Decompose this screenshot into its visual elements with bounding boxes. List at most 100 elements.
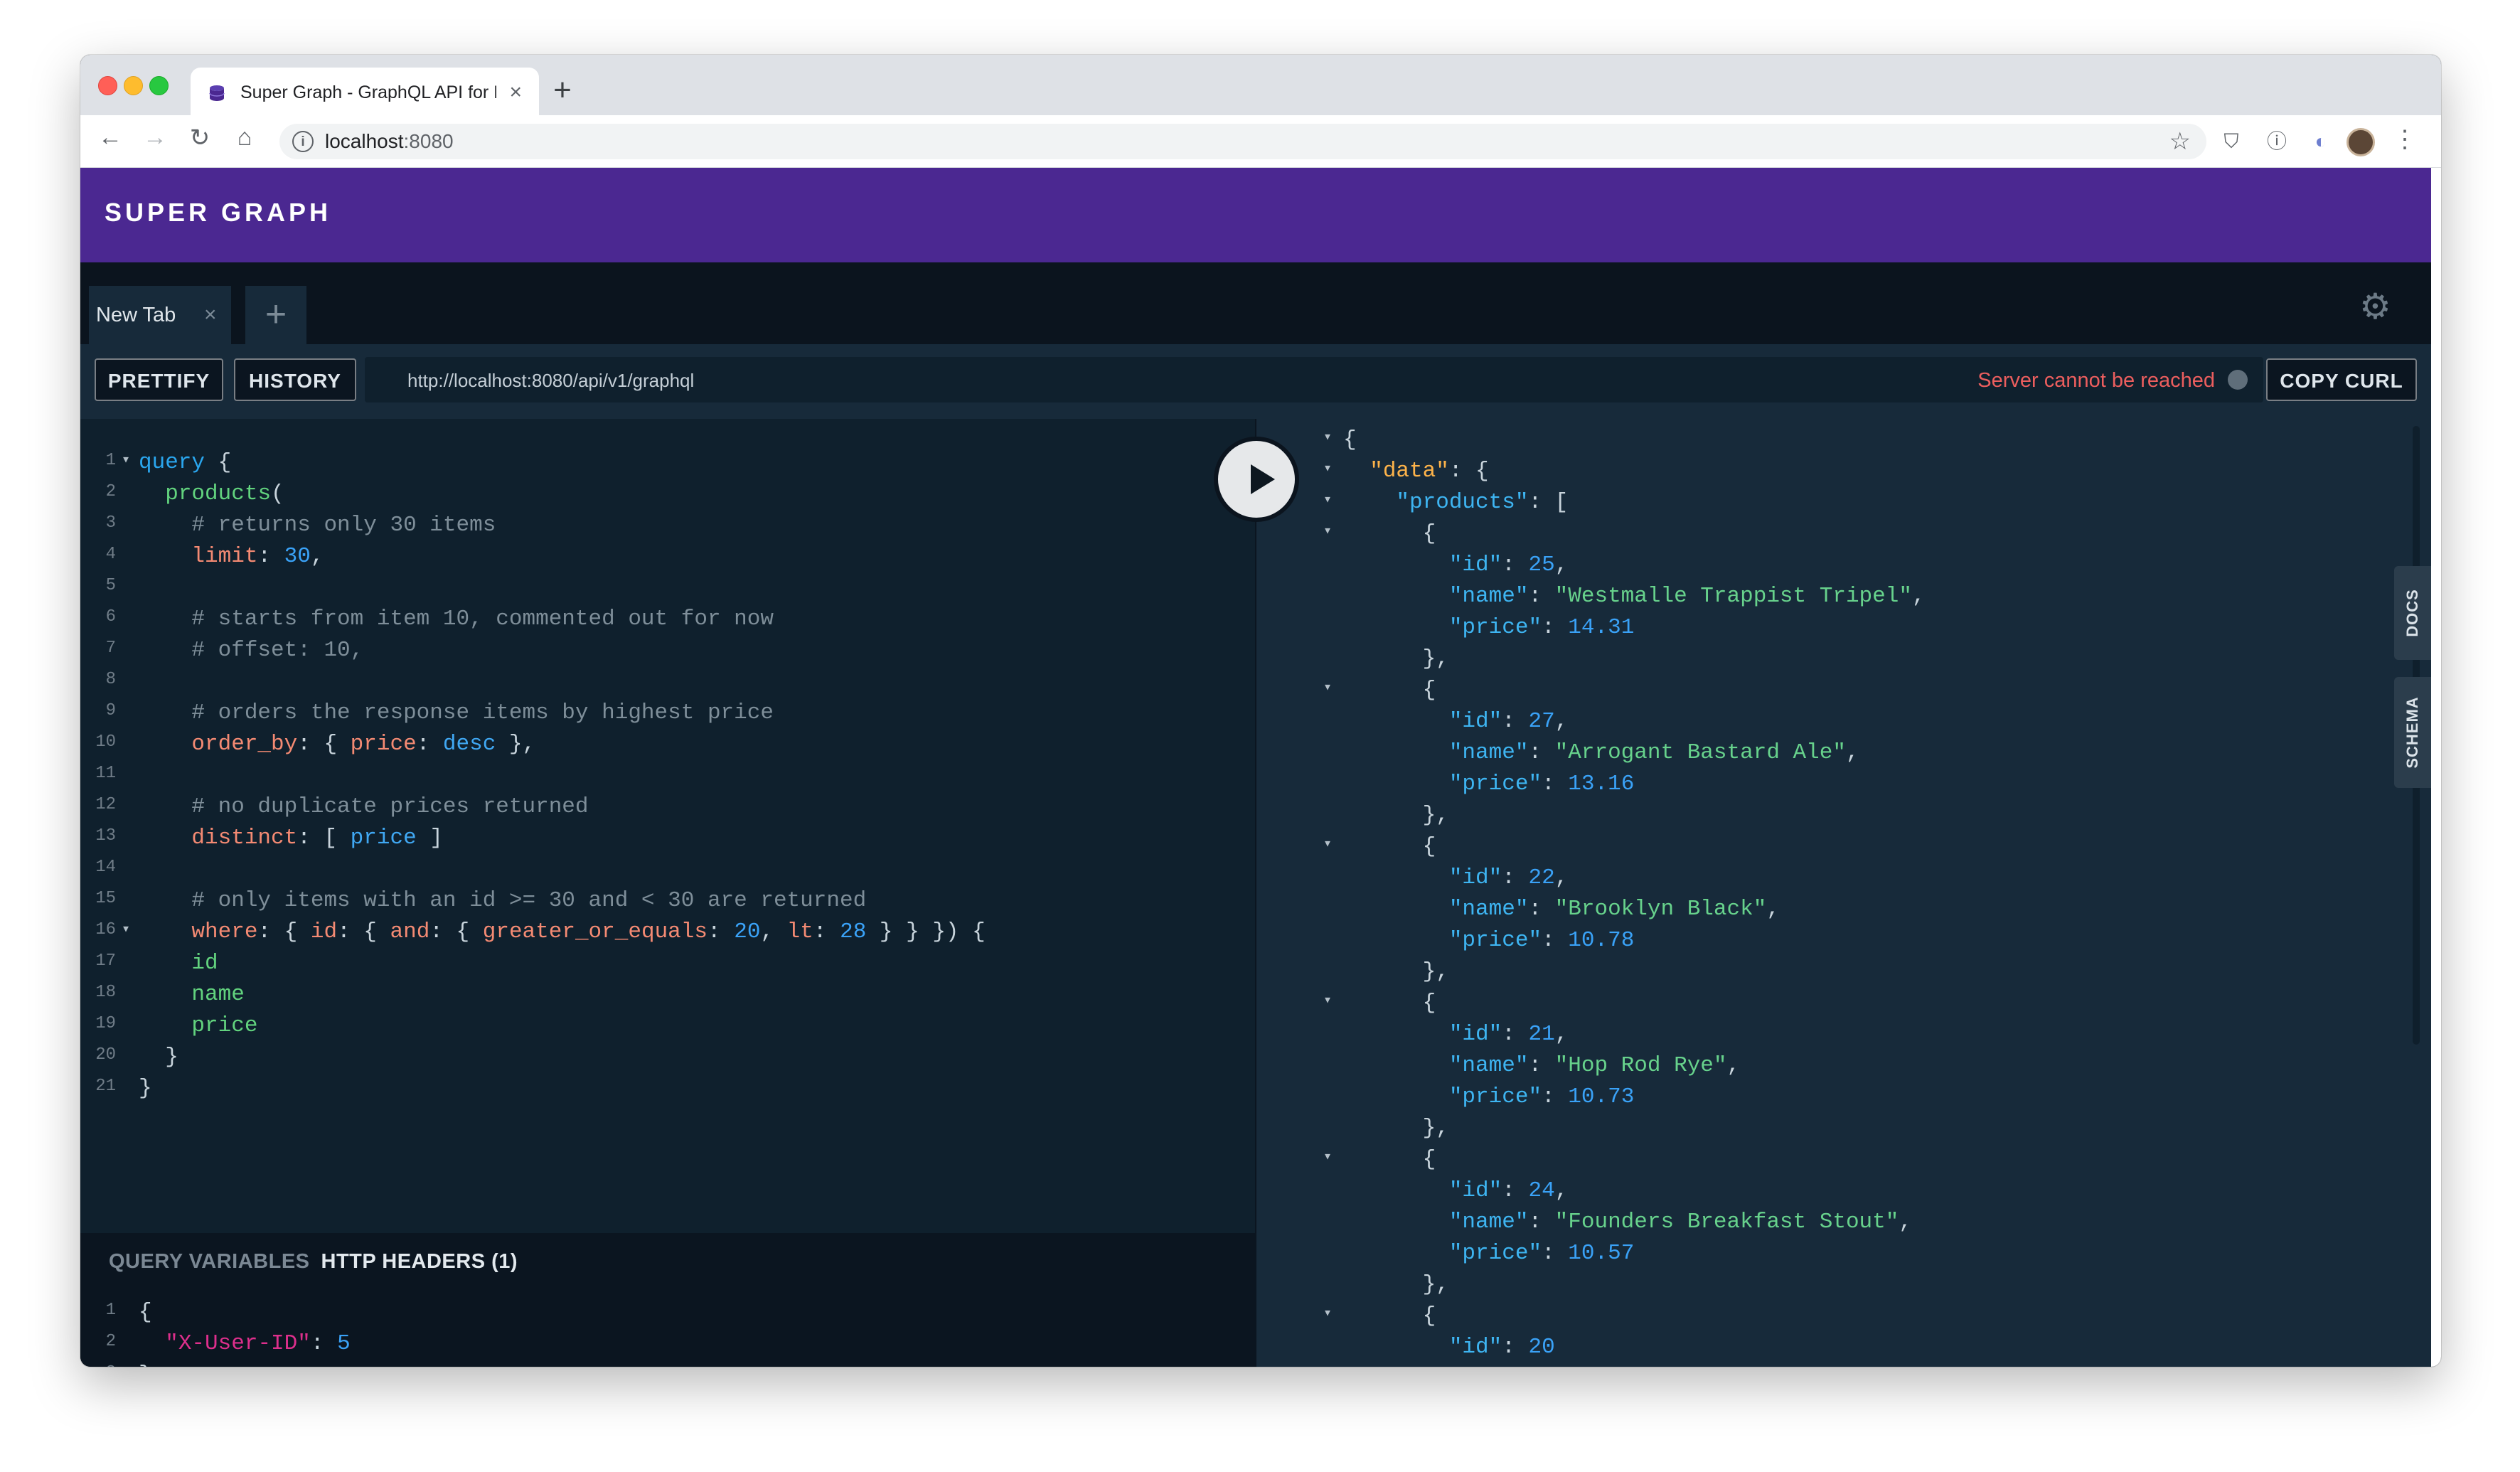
close-playground-tab-icon[interactable]: × — [204, 303, 217, 327]
close-tab-icon[interactable]: × — [509, 80, 522, 105]
play-icon — [1251, 464, 1275, 494]
code-token: : — [1542, 772, 1569, 796]
schema-tab[interactable]: SCHEMA — [2394, 677, 2431, 788]
reload-icon[interactable]: ↻ — [182, 124, 218, 152]
info-extension-icon[interactable]: ⓘ — [2263, 127, 2291, 156]
history-button[interactable]: HISTORY — [234, 358, 356, 401]
http-headers-tab[interactable]: HTTP HEADERS (1) — [321, 1250, 518, 1273]
address-bar[interactable]: i localhost:8080 ☆ — [279, 124, 2206, 159]
back-icon[interactable]: ← — [92, 124, 128, 151]
result-text: "name": "Hop Rod Rye", — [1343, 1050, 1740, 1082]
code-token: : — [1502, 709, 1529, 734]
code-token: 14.31 — [1568, 615, 1635, 640]
shield-extension-icon[interactable]: ⛉ — [2217, 127, 2246, 156]
line-number: 8 — [105, 670, 116, 689]
fold-toggle-icon[interactable]: ▾ — [1323, 459, 1332, 477]
fold-toggle-icon[interactable]: ▾ — [122, 450, 130, 469]
result-text: "id": 20 — [1343, 1332, 1555, 1363]
code-text: order_by: { price: desc }, — [139, 729, 535, 760]
line-number: 1 — [105, 451, 116, 470]
maximize-window-button[interactable] — [149, 76, 169, 95]
close-window-button[interactable] — [98, 76, 117, 95]
profile-avatar[interactable] — [2347, 128, 2375, 156]
result-text: { — [1343, 425, 1357, 456]
copy-curl-button[interactable]: COPY CURL — [2266, 358, 2417, 401]
docs-tab[interactable]: DOCS — [2394, 566, 2431, 660]
code-token: # starts from item 10, commented out for… — [191, 607, 774, 631]
result-text: "name": "Arrogant Bastard Ale", — [1343, 737, 1859, 769]
result-line: "id": 27, — [1343, 706, 2396, 737]
result-line: }, — [1343, 800, 2396, 831]
code-token: "name" — [1448, 1053, 1529, 1078]
new-browser-tab-button[interactable]: + — [544, 72, 581, 109]
code-token: : — [1528, 740, 1555, 765]
fold-toggle-icon[interactable]: ▾ — [1323, 521, 1332, 540]
result-line: "id": 22, — [1343, 863, 2396, 894]
line-number: 19 — [95, 1014, 116, 1033]
minimize-window-button[interactable] — [124, 76, 143, 95]
code-token: { — [1343, 678, 1436, 703]
playground-tab[interactable]: New Tab × — [89, 286, 231, 344]
code-token: and — [390, 919, 430, 944]
forward-icon[interactable]: → — [137, 124, 173, 151]
endpoint-url-input[interactable]: http://localhost:8080/api/v1/graphql — [407, 370, 694, 392]
execute-query-button[interactable] — [1214, 437, 1299, 522]
result-line: ▾ { — [1323, 675, 2396, 706]
browser-tab-title: Super Graph - GraphQL API for Rails — [240, 82, 496, 102]
code-token: , — [1845, 740, 1859, 765]
bookmark-star-icon[interactable]: ☆ — [2169, 127, 2191, 156]
code-text: query { — [139, 447, 231, 479]
browser-menu-icon[interactable]: ⋮ — [2393, 125, 2417, 154]
fold-toggle-icon[interactable]: ▾ — [1323, 427, 1332, 446]
query-editor[interactable]: 1 ▾ query {2 products(3 # returns only 30 … — [80, 419, 1255, 1233]
home-icon[interactable]: ⌂ — [227, 124, 262, 151]
fold-toggle-icon[interactable]: ▾ — [1323, 1303, 1332, 1322]
fold-toggle-icon[interactable]: ▾ — [1323, 1147, 1332, 1166]
code-token: # orders the response items by highest p… — [191, 700, 774, 725]
code-text: distinct: [ price ] — [139, 823, 443, 854]
result-text: "price": 10.57 — [1343, 1238, 1634, 1269]
code-token: : — [416, 732, 443, 757]
fold-toggle-icon[interactable]: ▾ — [1323, 678, 1332, 696]
add-playground-tab-button[interactable]: + — [245, 286, 306, 344]
circle-extension-icon[interactable]: ◐ — [2307, 127, 2335, 156]
prettify-button[interactable]: PRETTIFY — [95, 358, 223, 401]
gear-icon[interactable]: ⚙ — [2359, 286, 2391, 327]
result-line: ▾{ — [1323, 425, 2396, 456]
info-icon[interactable]: i — [292, 131, 314, 152]
result-line: }, — [1343, 1269, 2396, 1301]
result-line: "id": 25, — [1343, 550, 2396, 581]
code-token: 22 — [1528, 865, 1555, 890]
fold-toggle-icon[interactable]: ▾ — [122, 919, 130, 938]
code-token: : — [1502, 1022, 1529, 1047]
browser-tab[interactable]: Super Graph - GraphQL API for Rails × — [191, 68, 539, 115]
code-token: 30 — [284, 544, 311, 569]
code-token: ] — [416, 826, 443, 850]
fold-toggle-icon[interactable]: ▾ — [1323, 991, 1332, 1009]
result-text: "name": "Brooklyn Black", — [1343, 894, 1780, 925]
fold-toggle-icon[interactable]: ▾ — [1323, 490, 1332, 508]
line-number: 5 — [105, 576, 116, 595]
fold-toggle-icon[interactable]: ▾ — [1323, 834, 1332, 853]
query-variables-tab[interactable]: QUERY VARIABLES — [109, 1250, 310, 1273]
code-token: : — [1542, 615, 1569, 640]
code-line: 3 # returns only 30 items — [80, 510, 1218, 541]
code-token: }, — [1343, 646, 1449, 671]
variables-pane: QUERY VARIABLES HTTP HEADERS (1) 1{2 "X-U… — [80, 1233, 1255, 1367]
code-token: { — [139, 1300, 152, 1325]
code-token: : — [257, 544, 284, 569]
browser-window: Super Graph - GraphQL API for Rails × + … — [80, 55, 2441, 1367]
result-line: "price": 13.16 — [1343, 769, 2396, 800]
result-line: ▾ { — [1323, 988, 2396, 1019]
